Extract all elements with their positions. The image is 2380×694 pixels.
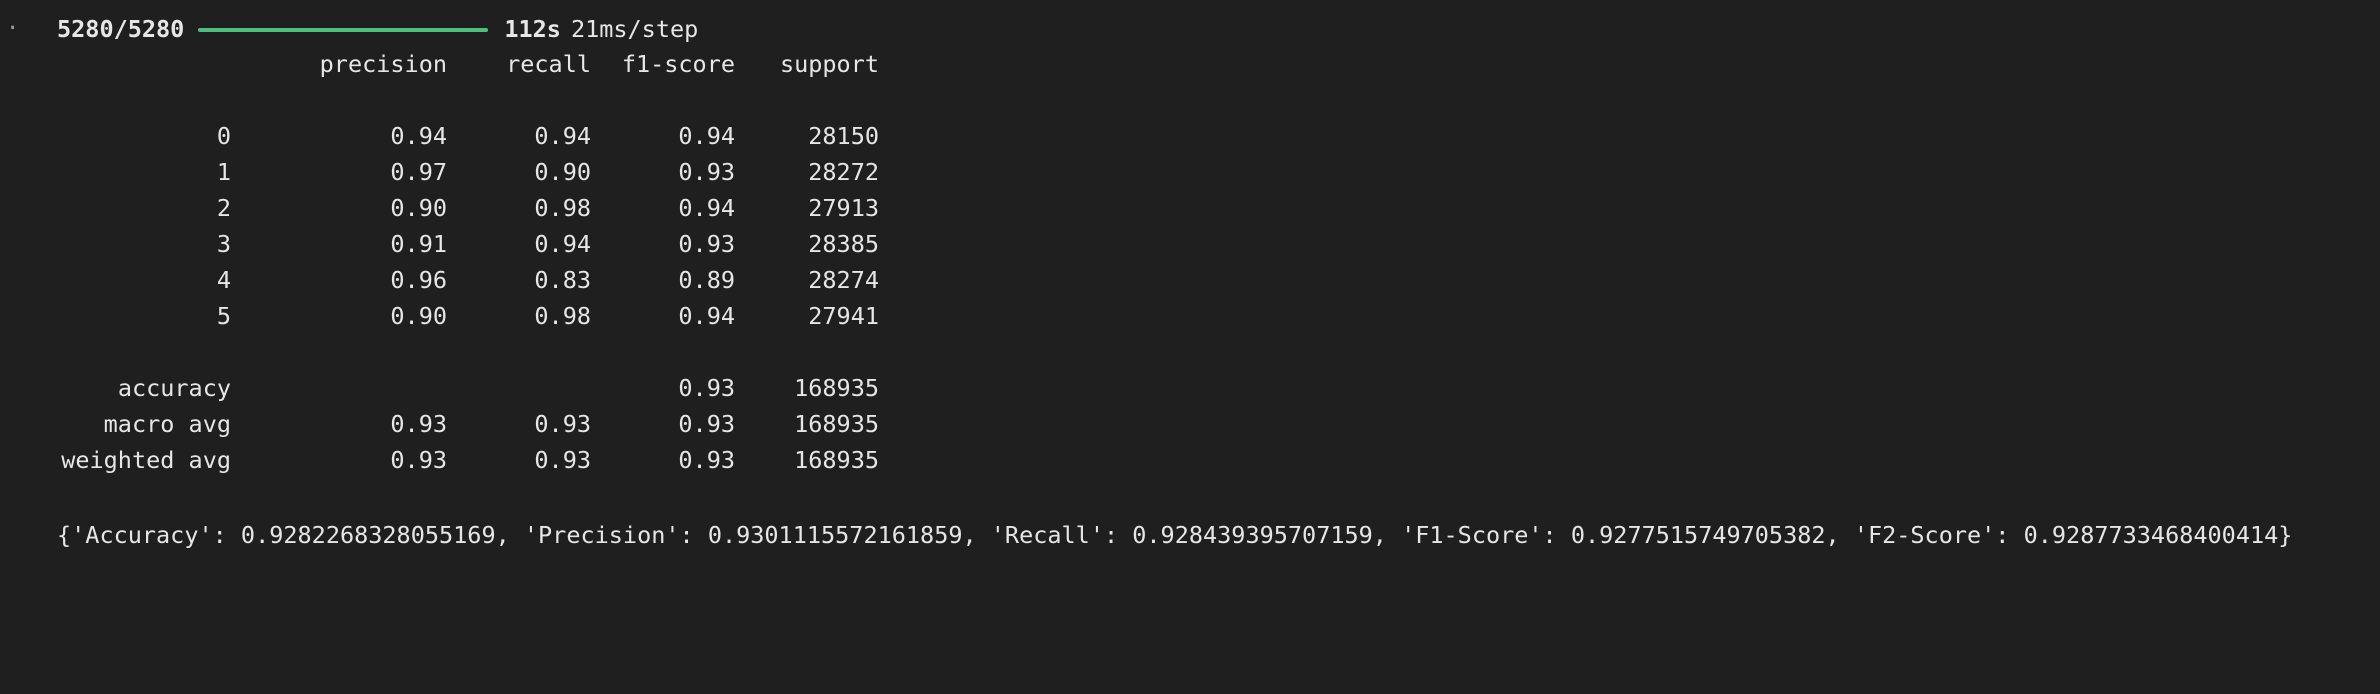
accuracy-row: accuracy 0.93 168935: [57, 370, 879, 406]
weighted-recall-value: 0.93: [534, 446, 591, 474]
recall-value: 0.94: [534, 230, 591, 258]
precision-value: 0.90: [390, 194, 447, 222]
table-row: 4 0.96 0.83 0.89 28274: [57, 262, 879, 298]
precision-value: 0.97: [390, 158, 447, 186]
precision-value: 0.94: [390, 122, 447, 150]
support-value: 28385: [808, 230, 879, 258]
header-support: support: [779, 50, 879, 78]
progress-bar: [198, 28, 489, 32]
class-label: 3: [216, 230, 231, 258]
macro-precision-value: 0.93: [390, 410, 447, 438]
weighted-avg-row: weighted avg 0.93 0.93 0.93 168935: [57, 442, 879, 478]
f1-value: 0.93: [678, 158, 735, 186]
accuracy-support-value: 168935: [794, 374, 879, 402]
recall-value: 0.98: [534, 194, 591, 222]
f1-value: 0.94: [678, 194, 735, 222]
class-label: 0: [216, 122, 231, 150]
precision-value: 0.96: [390, 266, 447, 294]
classification-report: precision recall f1-score support 0 0.94…: [57, 46, 879, 478]
recall-value: 0.83: [534, 266, 591, 294]
precision-value: 0.91: [390, 230, 447, 258]
f1-value: 0.89: [678, 266, 735, 294]
macro-f1-value: 0.93: [678, 410, 735, 438]
table-row: 0 0.94 0.94 0.94 28150: [57, 118, 879, 154]
macro-avg-label: macro avg: [103, 410, 231, 438]
recall-value: 0.98: [534, 302, 591, 330]
class-label: 1: [216, 158, 231, 186]
recall-value: 0.94: [534, 122, 591, 150]
elapsed-time: 112s: [504, 15, 561, 43]
report-header-row: precision recall f1-score support: [57, 46, 879, 82]
recall-value: 0.90: [534, 158, 591, 186]
support-value: 27941: [808, 302, 879, 330]
f1-value: 0.93: [678, 230, 735, 258]
class-label: 5: [216, 302, 231, 330]
class-label: 4: [216, 266, 231, 294]
macro-recall-value: 0.93: [534, 410, 591, 438]
step-counter: 5280/5280: [57, 15, 185, 43]
weighted-f1-value: 0.93: [678, 446, 735, 474]
header-precision: precision: [319, 50, 447, 78]
support-value: 28272: [808, 158, 879, 186]
support-value: 27913: [808, 194, 879, 222]
table-row: 1 0.97 0.90 0.93 28272: [57, 154, 879, 190]
class-label: 2: [216, 194, 231, 222]
table-row: 3 0.91 0.94 0.93 28385: [57, 226, 879, 262]
weighted-avg-label: weighted avg: [61, 446, 231, 474]
support-value: 28150: [808, 122, 879, 150]
table-row: 2 0.90 0.98 0.94 27913: [57, 190, 879, 226]
table-row: 5 0.90 0.98 0.94 27941: [57, 298, 879, 334]
header-f1-score: f1-score: [621, 50, 735, 78]
accuracy-label: accuracy: [117, 374, 231, 402]
f1-value: 0.94: [678, 302, 735, 330]
training-progress-line: 5280/5280 112s 21ms/step: [57, 14, 698, 44]
precision-value: 0.90: [390, 302, 447, 330]
header-recall: recall: [506, 50, 591, 78]
weighted-precision-value: 0.93: [390, 446, 447, 474]
weighted-support-value: 168935: [794, 446, 879, 474]
step-time: 21ms/step: [570, 15, 699, 43]
macro-support-value: 168935: [794, 410, 879, 438]
accuracy-f1-value: 0.93: [678, 374, 735, 402]
progress-bar-fill: [198, 28, 489, 32]
f1-value: 0.94: [678, 122, 735, 150]
support-value: 28274: [808, 266, 879, 294]
cell-gutter-marker: ·: [6, 16, 20, 41]
macro-avg-row: macro avg 0.93 0.93 0.93 168935: [57, 406, 879, 442]
terminal-output: · 5280/5280 112s 21ms/step precision rec…: [0, 0, 2380, 586]
metrics-dict-output: {'Accuracy': 0.9282268328055169, 'Precis…: [57, 521, 2293, 549]
